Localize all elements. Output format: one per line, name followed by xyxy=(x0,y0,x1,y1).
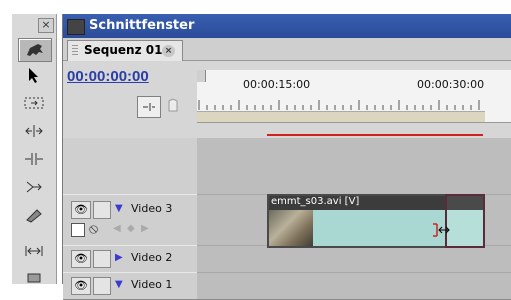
toggle-track-output-icon[interactable]: 👁 xyxy=(71,277,91,295)
window-title-bar[interactable]: Schnittfenster xyxy=(63,14,511,38)
palette-close-button[interactable]: × xyxy=(38,18,54,33)
clip-label: emmt_s03.avi [V] xyxy=(271,196,360,207)
track-name: Video 3 xyxy=(131,202,173,215)
ripple-edit-icon[interactable] xyxy=(18,120,50,142)
slip-icon[interactable] xyxy=(18,240,50,262)
video-clip-next[interactable] xyxy=(445,194,485,248)
empty-track-area xyxy=(63,138,511,194)
lock-track-toggle[interactable] xyxy=(93,277,111,295)
selection-arrow-icon[interactable] xyxy=(18,64,50,86)
rate-stretch-icon[interactable] xyxy=(18,176,50,198)
logo-horse-icon xyxy=(18,38,52,62)
tab-close-button[interactable]: × xyxy=(162,45,175,57)
timeline-window-icon xyxy=(67,19,85,35)
tab-sequence[interactable]: Sequenz 01 × xyxy=(67,40,183,61)
track-lane-video1[interactable] xyxy=(197,272,511,300)
snap-icon xyxy=(143,103,155,111)
track-name: Video 2 xyxy=(131,251,173,264)
track-header-spacer xyxy=(63,138,197,194)
prev-keyframe-icon[interactable]: ◀ xyxy=(113,223,121,234)
tab-grip-icon[interactable] xyxy=(72,45,78,57)
ruler-ticks xyxy=(198,100,480,110)
slide-icon[interactable] xyxy=(18,266,50,288)
rolling-edit-icon[interactable] xyxy=(18,148,50,170)
add-keyframe-icon[interactable]: ◆ xyxy=(127,223,135,234)
track-header-video2: 👁 ▶ Video 2 xyxy=(63,245,197,273)
tab-label: Sequenz 01 xyxy=(84,43,163,57)
no-keyframes-icon[interactable]: ⦸ xyxy=(89,221,98,237)
collapse-track-icon[interactable]: ▼ xyxy=(115,279,123,290)
clip-header: emmt_s03.avi [V] xyxy=(269,196,447,210)
track-header-video3: 👁 ▼ Video 3 ⦸ ◀ ◆ ▶ xyxy=(63,194,197,246)
tool-palette: × xyxy=(12,14,57,284)
render-bar xyxy=(267,134,483,136)
marker-icon xyxy=(168,98,178,112)
clip-header xyxy=(447,196,483,210)
track-name: Video 1 xyxy=(131,278,173,291)
lock-track-toggle[interactable] xyxy=(93,201,111,219)
timeline-window: Schnittfenster Sequenz 01 × 00:00:00:00 … xyxy=(62,14,511,300)
clip-thumbnail xyxy=(269,210,313,246)
video-clip[interactable]: emmt_s03.avi [V] xyxy=(267,194,449,248)
razor-icon[interactable] xyxy=(18,204,50,226)
lock-track-toggle[interactable] xyxy=(93,250,111,268)
snap-button[interactable] xyxy=(137,96,161,118)
track-header-video1: 👁 ▼ Video 1 xyxy=(63,272,197,300)
collapse-track-icon[interactable]: ▼ xyxy=(115,203,123,214)
ruler-label-15s: 00:00:15:00 xyxy=(243,78,311,91)
work-area-bar[interactable] xyxy=(197,111,485,122)
expand-track-icon[interactable]: ▶ xyxy=(115,252,123,263)
track-select-icon[interactable] xyxy=(18,92,50,114)
time-ruler[interactable]: 00:00:15:00 00:00:30:00 xyxy=(197,70,511,123)
set-marker-button[interactable] xyxy=(167,98,181,114)
trim-cursor-icon xyxy=(431,223,451,241)
current-timecode[interactable]: 00:00:00:00 xyxy=(67,68,149,85)
track-lane-video2[interactable] xyxy=(197,245,511,273)
toggle-track-output-icon[interactable]: 👁 xyxy=(71,201,91,219)
playhead-handle[interactable] xyxy=(197,70,206,82)
next-keyframe-icon[interactable]: ▶ xyxy=(141,223,149,234)
tab-row: Sequenz 01 × xyxy=(63,38,511,61)
window-title: Schnittfenster xyxy=(89,18,195,33)
display-style-icon[interactable] xyxy=(71,223,85,237)
toggle-track-output-icon[interactable]: 👁 xyxy=(71,250,91,268)
ruler-label-30s: 00:00:30:00 xyxy=(417,78,485,91)
